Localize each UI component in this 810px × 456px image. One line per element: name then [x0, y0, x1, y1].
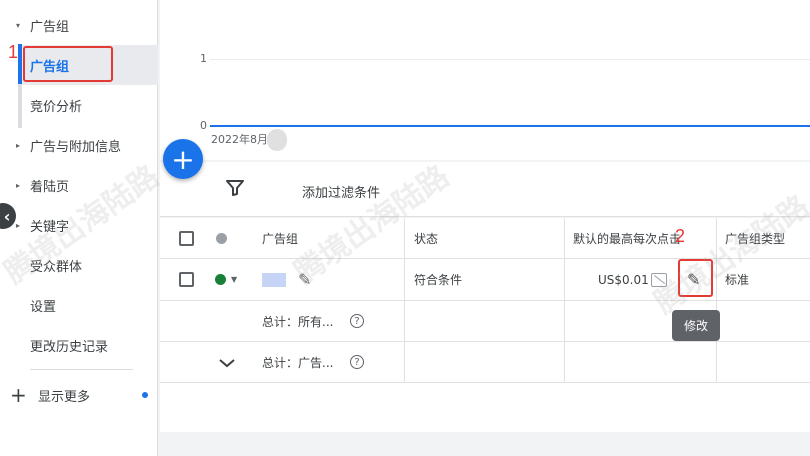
sidebar-item-audiences[interactable]: 受众群体 — [0, 245, 158, 285]
total-group-label: 总计：广告... — [262, 355, 334, 370]
column-header-status[interactable]: 状态 — [414, 218, 438, 258]
status-column-icon — [216, 232, 227, 244]
performance-chart: 1 0 2022年8月 — [160, 0, 810, 160]
edit-tooltip: 修改 — [672, 310, 720, 341]
expand-arrow-icon: ▸ — [16, 180, 21, 190]
sidebar-item-label: 受众群体 — [30, 259, 83, 275]
x-tick-label: 2022年8月 — [211, 133, 268, 146]
column-header-ad-group[interactable]: 广告组 — [262, 218, 298, 258]
status-value: 符合条件 — [414, 273, 463, 287]
notification-dot — [142, 392, 148, 398]
annotation-step-1: 1 — [8, 42, 19, 62]
sidebar-item-ads-extensions[interactable]: ▸ 广告与附加信息 — [0, 125, 158, 165]
status-dropdown[interactable]: ▼ — [215, 259, 237, 300]
add-filter-button[interactable]: 添加过滤条件 — [302, 182, 380, 201]
annotation-box-2 — [678, 259, 713, 297]
total-all-label: 总计：所有... — [262, 314, 334, 329]
filter-icon[interactable] — [226, 180, 244, 200]
expand-arrow-icon: ▸ — [16, 140, 21, 150]
plus-icon: + — [10, 383, 27, 407]
sidebar-item-auction-insights[interactable]: 竞价分析 — [0, 85, 158, 125]
filter-bar: 添加过滤条件 — [160, 162, 810, 217]
y-tick-label: 0 — [200, 119, 207, 132]
column-header-ad-group-type[interactable]: 广告组类型 — [725, 218, 785, 258]
max-cpc-value: US$0.01 — [598, 272, 649, 287]
sidebar-item-label: 竞价分析 — [30, 99, 83, 115]
series-line — [210, 125, 810, 127]
column-header-max-cpc[interactable]: 默认的最高每次点击 — [573, 218, 681, 258]
show-more-button[interactable]: + 显示更多 — [10, 382, 90, 408]
chevron-down-icon: ▼ — [231, 275, 238, 284]
y-tick-label: 1 — [200, 52, 207, 65]
sidebar-divider — [30, 369, 133, 370]
enabled-status-icon — [215, 274, 226, 285]
add-ad-group-fab[interactable]: + — [163, 139, 203, 179]
sidebar-item-settings[interactable]: 设置 — [0, 285, 158, 325]
sidebar-item-ad-groups-parent[interactable]: ▾ 广告组 — [0, 5, 158, 45]
no-image-icon — [651, 272, 667, 287]
expand-arrow-icon: ▸ — [16, 220, 21, 230]
page-background — [160, 432, 810, 456]
sidebar-item-label: 设置 — [30, 299, 57, 315]
ad-group-name-link[interactable] — [262, 272, 286, 287]
show-more-label: 显示更多 — [38, 389, 91, 405]
sidebar-item-label: 关键字 — [30, 219, 70, 235]
sidebar-item-label: 广告组 — [30, 19, 70, 35]
sidebar-item-label: 更改历史记录 — [30, 339, 109, 355]
date-marker — [267, 129, 287, 151]
chevron-down-icon[interactable] — [218, 352, 236, 373]
sidebar-item-label: 着陆页 — [30, 179, 70, 195]
total-row-ad-groups: 总计：广告... ? — [160, 342, 810, 383]
sidebar-item-change-history[interactable]: 更改历史记录 — [0, 325, 158, 365]
help-icon[interactable]: ? — [350, 355, 364, 369]
sidebar-item-label: 广告与附加信息 — [30, 139, 122, 155]
expand-arrow-icon: ▾ — [16, 20, 21, 30]
row-checkbox[interactable] — [179, 272, 194, 287]
select-all-checkbox[interactable] — [179, 230, 194, 246]
sidebar-item-keywords[interactable]: ▸ 关键字 — [0, 205, 158, 245]
help-icon[interactable]: ? — [350, 314, 364, 328]
ad-group-type-value: 标准 — [725, 273, 750, 287]
edit-name-icon[interactable]: ✎ — [298, 270, 311, 289]
annotation-box-1 — [23, 46, 113, 82]
annotation-step-2: 2 — [675, 226, 686, 246]
gridline — [210, 59, 810, 60]
table-header-row: 广告组 状态 默认的最高每次点击 广告组类型 — [160, 218, 810, 259]
sidebar-item-landing-pages[interactable]: ▸ 着陆页 — [0, 165, 158, 205]
